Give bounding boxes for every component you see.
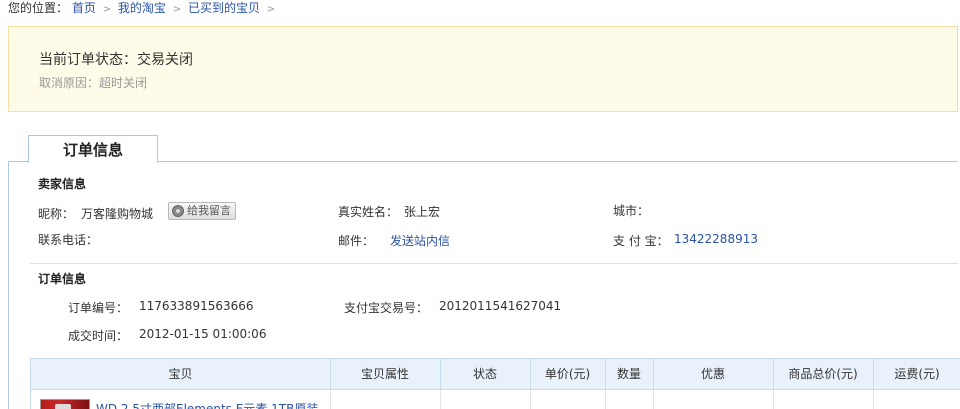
column-divider bbox=[653, 390, 654, 409]
cancel-reason-label: 取消原因： bbox=[39, 76, 100, 90]
order-status-value: 交易关闭 bbox=[137, 52, 193, 68]
column-divider bbox=[773, 390, 774, 409]
breadcrumb-my-taobao-link[interactable]: 我的淘宝 bbox=[118, 1, 166, 15]
seller-nickname-label: 昵称： bbox=[38, 207, 75, 221]
message-icon bbox=[172, 205, 184, 217]
column-header-total-price: 商品总价(元) bbox=[788, 367, 858, 381]
column-header-unit-price: 单价(元) bbox=[544, 367, 591, 381]
breadcrumb-separator: > bbox=[266, 4, 276, 15]
column-divider bbox=[330, 390, 331, 409]
column-header-item: 宝贝 bbox=[168, 367, 193, 381]
deal-time: 2012-01-15 01:00:06 bbox=[139, 327, 267, 341]
order-number-label: 订单编号： bbox=[68, 301, 129, 315]
column-divider bbox=[530, 390, 531, 409]
order-info-title: 订单信息 bbox=[38, 272, 87, 286]
column-header-attributes: 宝贝属性 bbox=[360, 367, 409, 381]
seller-mail-label: 邮件： bbox=[338, 234, 375, 248]
seller-realname-label: 真实姓名： bbox=[338, 205, 399, 219]
seller-nickname: 万客隆购物城 bbox=[81, 207, 154, 221]
table-row: WD 2.5寸西部Elements E元素 1TB原装 bbox=[30, 390, 960, 409]
order-status-label: 当前订单状态： bbox=[39, 52, 137, 68]
column-header-discount: 优惠 bbox=[700, 367, 725, 381]
breadcrumb-separator: > bbox=[172, 4, 182, 15]
breadcrumb-prefix: 您的位置： bbox=[8, 1, 69, 15]
breadcrumb-purchased-link[interactable]: 已买到的宝贝 bbox=[188, 1, 260, 15]
seller-alipay-label: 支 付 宝： bbox=[613, 234, 669, 248]
cancel-reason: 取消原因：超时关闭 bbox=[39, 74, 147, 91]
order-status-box: 当前订单状态：交易关闭 取消原因：超时关闭 bbox=[8, 26, 958, 112]
column-header-shipping: 运费(元) bbox=[894, 367, 940, 381]
breadcrumb-separator: > bbox=[102, 4, 112, 15]
seller-phone-label: 联系电话： bbox=[38, 233, 99, 247]
seller-info-title: 卖家信息 bbox=[38, 177, 87, 191]
order-number: 117633891563666 bbox=[139, 299, 254, 313]
send-site-message-link[interactable]: 发送站内信 bbox=[390, 232, 450, 249]
section-divider bbox=[30, 263, 958, 264]
tab-order-info[interactable]: 订单信息 bbox=[28, 135, 158, 163]
column-divider bbox=[605, 390, 606, 409]
items-table-header: 宝贝 宝贝属性 状态 单价(元) 数量 优惠 商品总价(元) 运费(元) bbox=[30, 358, 960, 390]
item-thumbnail[interactable] bbox=[40, 399, 90, 409]
leave-message-label: 给我留言 bbox=[187, 204, 231, 217]
alipay-trade-number: 2012011541627041 bbox=[439, 299, 562, 313]
seller-city-label: 城市： bbox=[613, 204, 650, 218]
seller-realname: 张上宏 bbox=[404, 205, 441, 219]
deal-time-label: 成交时间： bbox=[68, 329, 129, 343]
column-divider bbox=[440, 390, 441, 409]
leave-message-button[interactable]: 给我留言 bbox=[168, 202, 236, 220]
order-status: 当前订单状态：交易关闭 bbox=[39, 49, 193, 69]
seller-alipay-account: 13422288913 bbox=[674, 232, 758, 246]
cancel-reason-value: 超时关闭 bbox=[99, 76, 148, 90]
breadcrumb: 您的位置： 首页 > 我的淘宝 > 已买到的宝贝 > bbox=[8, 0, 278, 16]
column-divider bbox=[873, 390, 874, 409]
alipay-trade-number-label: 支付宝交易号： bbox=[344, 301, 429, 315]
item-title-link[interactable]: WD 2.5寸西部Elements E元素 1TB原装 bbox=[96, 400, 318, 409]
column-header-status: 状态 bbox=[472, 367, 497, 381]
breadcrumb-home-link[interactable]: 首页 bbox=[72, 1, 96, 15]
column-header-quantity: 数量 bbox=[616, 367, 641, 381]
